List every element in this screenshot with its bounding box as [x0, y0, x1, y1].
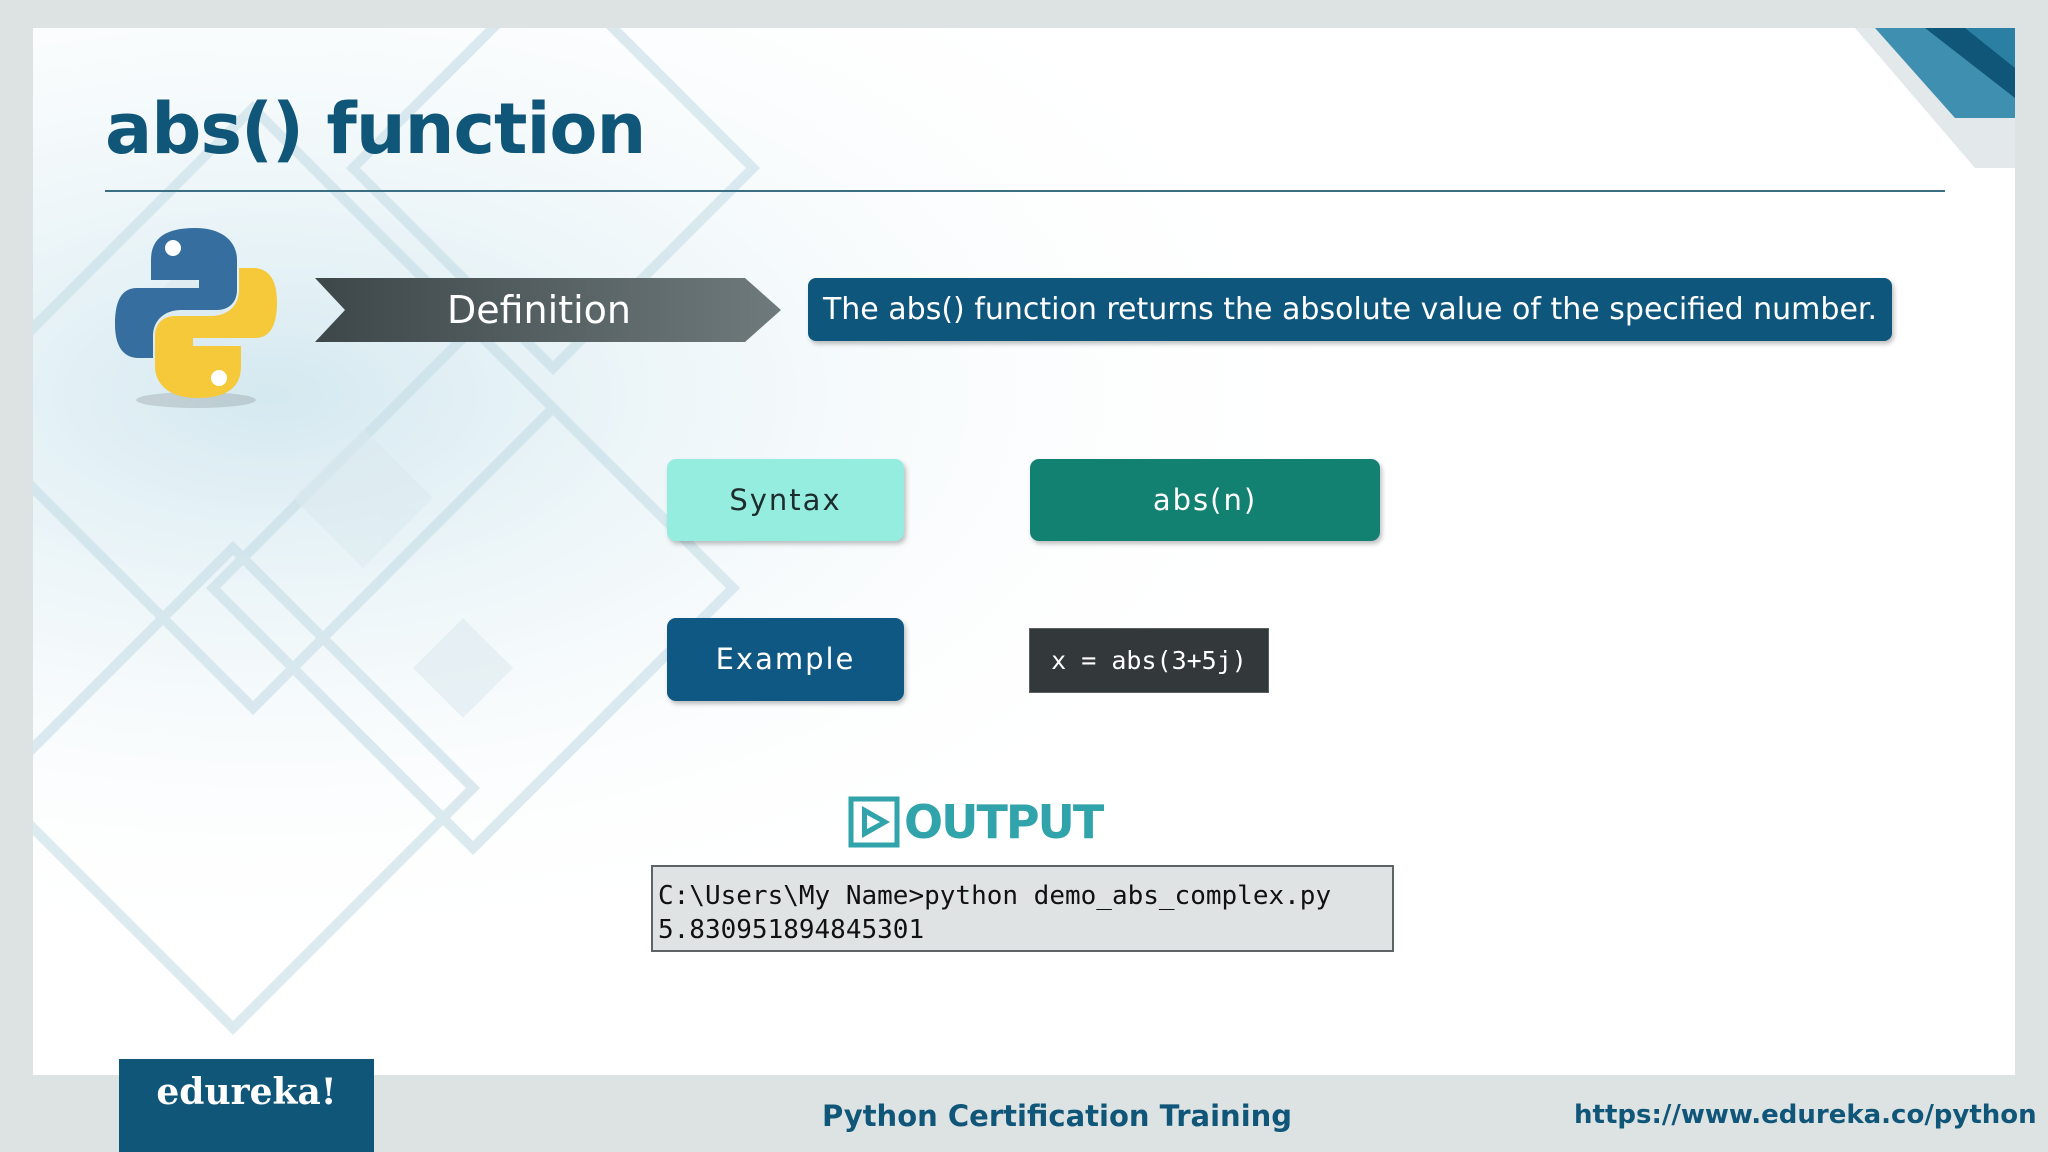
- console-line-command: C:\Users\My Name>python demo_abs_complex…: [658, 881, 1332, 911]
- example-label: Example: [667, 618, 904, 701]
- syntax-code: abs(n): [1030, 459, 1380, 541]
- title-divider: [105, 190, 1945, 192]
- output-header: OUTPUT: [848, 792, 1108, 852]
- play-output-icon: [848, 796, 900, 848]
- corner-decoration: [1855, 28, 2015, 168]
- page-title: abs() function: [105, 88, 646, 170]
- brand-text: edureka!: [156, 1071, 337, 1113]
- footer-url[interactable]: https://www.edureka.co/python: [1574, 1097, 2037, 1133]
- definition-label: Definition: [446, 288, 631, 332]
- console-line-result: 5.830951894845301: [658, 915, 925, 945]
- syntax-label: Syntax: [667, 459, 904, 541]
- console-output: C:\Users\My Name>python demo_abs_complex…: [651, 865, 1394, 952]
- output-label: OUTPUT: [904, 795, 1104, 849]
- definition-text: The abs() function returns the absolute …: [808, 278, 1892, 341]
- example-code: x = abs(3+5j): [1029, 628, 1269, 693]
- brand-logo: edureka!: [119, 1059, 374, 1152]
- python-logo-icon: [115, 228, 277, 408]
- slide: abs() function Definition The abs() func…: [33, 28, 2015, 1076]
- course-title: Python Certification Training: [822, 1099, 1293, 1133]
